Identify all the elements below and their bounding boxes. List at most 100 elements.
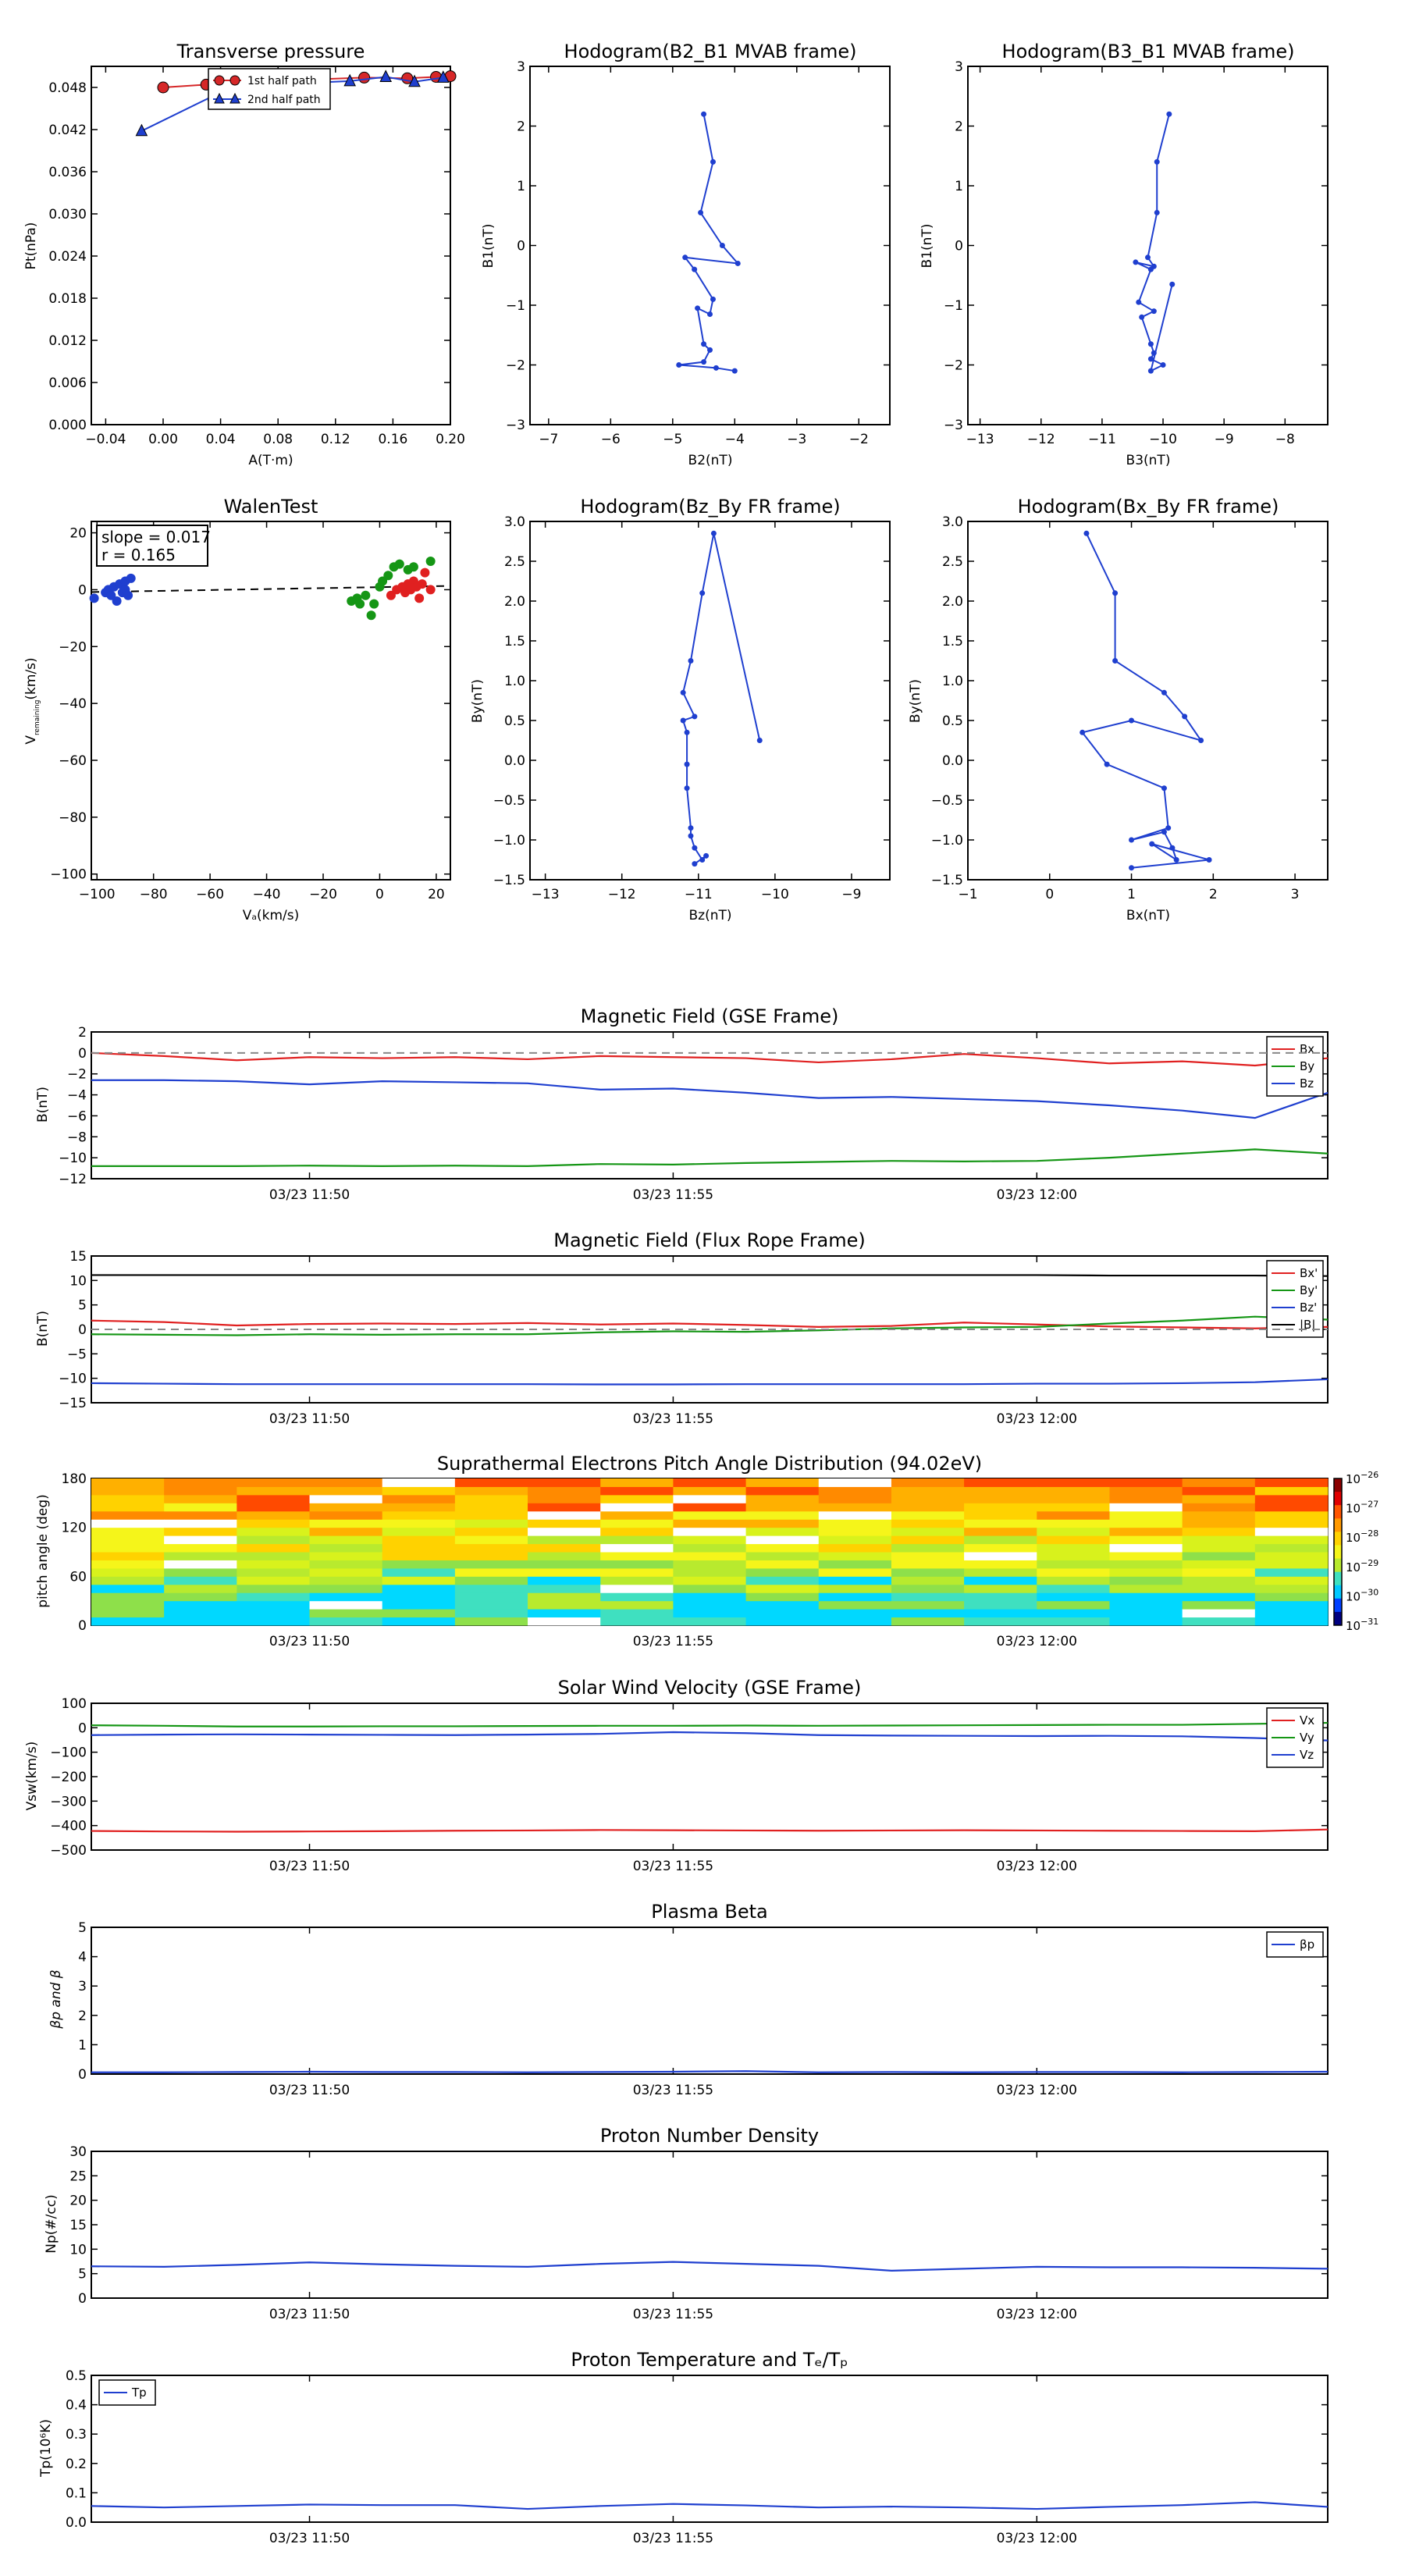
- pad-colorbar-segment: [1334, 1598, 1342, 1613]
- walen-point-green: [394, 559, 404, 569]
- pad-cell: [600, 1600, 674, 1610]
- pad-cell: [964, 1576, 1037, 1585]
- pad-cell: [528, 1592, 601, 1602]
- pad-cell: [237, 1560, 311, 1569]
- pad-cell: [528, 1576, 601, 1585]
- pad-cell: [1109, 1600, 1183, 1610]
- tp_temp-time-tick-label: 03/23 12:00: [997, 2531, 1077, 2546]
- pad-cell: [818, 1576, 892, 1585]
- pad-cell: [1037, 1503, 1110, 1512]
- mag_fr-series-4: [91, 1274, 1329, 1277]
- walen-point-blue: [126, 573, 136, 583]
- pad-cell: [454, 1609, 528, 1618]
- hodo2-xtick-label: −11: [1088, 432, 1116, 447]
- hodo1-path-point: [701, 341, 707, 347]
- pad-cell: [1254, 1486, 1329, 1496]
- pad-cell: [164, 1584, 237, 1593]
- beta-ytick-label: 1: [78, 2037, 87, 2053]
- walen-point-green: [408, 562, 418, 572]
- xlabel-walen-test: Vₐ(km/s): [243, 908, 300, 923]
- pad-cell: [673, 1519, 747, 1528]
- hodo3-path-point: [699, 857, 706, 863]
- title-hodogram-bz-by: Hodogram(Bz_By FR frame): [580, 496, 840, 518]
- pad-cell: [891, 1543, 965, 1553]
- pad-cell: [673, 1478, 747, 1487]
- pad-ytick-label: 180: [62, 1471, 87, 1487]
- tp-ytick-label: 0.012: [48, 333, 87, 349]
- pad-cell: [382, 1584, 456, 1593]
- mag_gse-ytick-label: −6: [67, 1108, 87, 1124]
- mag_gse-legend-label: By: [1300, 1059, 1314, 1073]
- hodo3-path-line: [681, 533, 761, 865]
- pad-cell: [673, 1503, 747, 1512]
- pad-cell: [1037, 1609, 1110, 1618]
- pad-ytick-label: 0: [78, 1618, 87, 1634]
- hodo1-xtick-label: −7: [539, 432, 558, 447]
- hodo3-ytick-label: 0.0: [504, 753, 525, 769]
- pad-cell: [528, 1609, 601, 1618]
- mag_gse-time-tick-label: 03/23 11:50: [269, 1187, 350, 1203]
- pad-cell: [454, 1503, 528, 1512]
- hodo4-path-point: [1173, 857, 1179, 863]
- hodo3-path-point: [684, 785, 690, 792]
- ylabel-walen-main: V: [23, 735, 39, 745]
- hodo4-xtick-label: 3: [1291, 887, 1300, 902]
- pad-cell: [454, 1617, 528, 1626]
- pad-cell: [964, 1609, 1037, 1618]
- hodo2-xtick-label: −13: [966, 432, 994, 447]
- pad-cell: [91, 1609, 165, 1618]
- pad-cell: [891, 1535, 965, 1545]
- pad-cell: [164, 1519, 237, 1528]
- pad-cell: [1182, 1527, 1256, 1536]
- pad-cell: [309, 1584, 383, 1593]
- pad-cell: [600, 1592, 674, 1602]
- xlabel-hodogram-bx-by: Bx(nT): [1126, 908, 1170, 923]
- hodo3-ytick-label: −1.5: [493, 873, 525, 888]
- tp-plot-frame: [91, 66, 451, 425]
- walen-point-blue: [112, 596, 122, 606]
- pad-cell: [309, 1617, 383, 1626]
- pad-cell: [745, 1494, 820, 1503]
- walen-point-red: [414, 593, 425, 603]
- tp_temp-ytick-label: 0.2: [66, 2457, 87, 2472]
- tp_temp-ytick-label: 0.4: [66, 2398, 87, 2414]
- mag_gse-ytick-label: −12: [59, 1172, 87, 1187]
- tp_temp-ytick-label: 0.3: [66, 2427, 87, 2443]
- pad-cell: [382, 1609, 456, 1618]
- pad-cell: [91, 1543, 165, 1553]
- pad-cell: [745, 1535, 820, 1545]
- pad-cell: [1182, 1552, 1256, 1560]
- pad-cell: [1254, 1478, 1329, 1487]
- tp_temp-ytick-label: 0.5: [66, 2368, 87, 2384]
- vsw-series-3: [91, 1731, 1329, 1742]
- tp-xtick-label: 0.20: [436, 432, 465, 447]
- pad-cell: [309, 1478, 383, 1487]
- pad-colorbar-base: 10: [1346, 1531, 1361, 1545]
- pad-cell: [818, 1519, 892, 1528]
- mag_fr-series-2: [91, 1315, 1329, 1336]
- title-hodogram-b2-b1: Hodogram(B2_B1 MVAB frame): [564, 41, 857, 62]
- pad-cell: [237, 1543, 311, 1553]
- pad-cell: [600, 1576, 674, 1585]
- pad-cell: [964, 1503, 1037, 1512]
- pad-cell: [964, 1527, 1037, 1536]
- walen-ytick-label: −80: [59, 810, 87, 826]
- ylabel-walen-tail: (km/s): [23, 657, 39, 699]
- tp-xtick-label: 0.00: [148, 432, 178, 447]
- hodo4-ytick-label: −1.5: [931, 873, 963, 888]
- pad-cell: [600, 1486, 674, 1496]
- np-time-tick-label: 03/23 11:50: [269, 2307, 350, 2322]
- pad-cell: [1109, 1560, 1183, 1569]
- pad-cell: [745, 1576, 820, 1585]
- hodo4-path-point: [1083, 530, 1090, 536]
- tp-xtick-label: 0.08: [263, 432, 293, 447]
- hodo2-path-point: [1147, 341, 1154, 347]
- pad-cell: [528, 1617, 601, 1626]
- pad-cell: [1182, 1592, 1256, 1602]
- hodo1-ytick-label: 2: [517, 119, 525, 135]
- ylabel-hodogram-bx-by: By(nT): [908, 679, 923, 723]
- hodo4-path-point: [1104, 761, 1110, 767]
- pad-cell: [237, 1600, 311, 1610]
- pad-cell: [673, 1592, 747, 1602]
- pad-cell: [1254, 1535, 1329, 1545]
